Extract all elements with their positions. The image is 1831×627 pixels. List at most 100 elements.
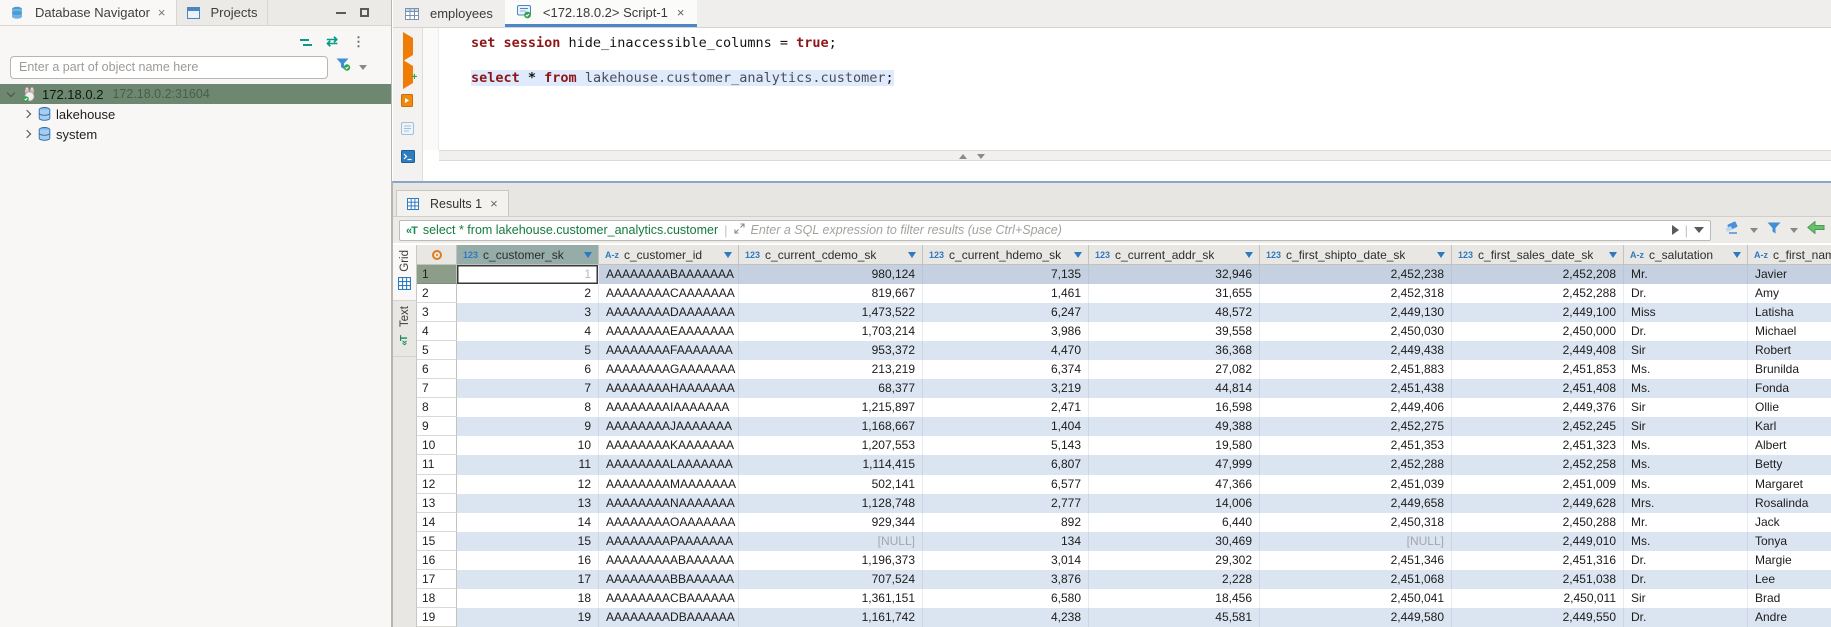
cell-c_current_addr_sk[interactable]: 45,581 (1089, 608, 1260, 627)
cell-c_current_hdemo_sk[interactable]: 5,143 (923, 436, 1089, 455)
row-number[interactable]: 6 (417, 360, 457, 379)
cell-c_current_cdemo_sk[interactable]: 502,141 (739, 475, 923, 494)
cell-c_salutation[interactable]: Dr. (1624, 322, 1748, 341)
cell-c_customer_sk[interactable]: 8 (457, 398, 599, 417)
column-menu-icon[interactable] (1733, 252, 1741, 258)
row-number[interactable]: 16 (417, 551, 457, 570)
tree-item-lakehouse[interactable]: lakehouse (0, 104, 391, 124)
cell-c_customer_sk[interactable]: 7 (457, 379, 599, 398)
cell-c_first_shipto_date_sk[interactable]: 2,449,438 (1260, 341, 1452, 360)
splitter-sash-controls[interactable] (959, 152, 985, 160)
cell-c_current_addr_sk[interactable]: 6,440 (1089, 513, 1260, 532)
cell-c_customer_sk[interactable]: 3 (457, 303, 599, 322)
cell-c_salutation[interactable]: Dr. (1624, 608, 1748, 627)
cell-c_customer_sk[interactable]: 13 (457, 494, 599, 513)
cell-c_customer_id[interactable]: AAAAAAAAMAAAAAAA (599, 475, 739, 494)
cell-c_current_addr_sk[interactable]: 18,456 (1089, 589, 1260, 608)
cell-c_customer_sk[interactable]: 9 (457, 417, 599, 436)
cell-c_first_shipto_date_sk[interactable]: 2,449,406 (1260, 398, 1452, 417)
cell-c_first_sales_date_sk[interactable]: 2,451,323 (1452, 436, 1624, 455)
filter-input[interactable]: select * from lakehouse.customer_analyti… (399, 220, 1711, 241)
cell-c_first_sales_date_sk[interactable]: 2,450,000 (1452, 322, 1624, 341)
cell-c_current_cdemo_sk[interactable]: 1,168,667 (739, 417, 923, 436)
cell-c_current_addr_sk[interactable]: 36,368 (1089, 341, 1260, 360)
cell-c_first_sales_date_sk[interactable]: 2,451,853 (1452, 360, 1624, 379)
tab-results-1[interactable]: Results 1 × (396, 190, 509, 216)
cell-c_current_hdemo_sk[interactable]: 6,807 (923, 455, 1089, 474)
cell-c_current_addr_sk[interactable]: 30,469 (1089, 532, 1260, 551)
execute-script-icon[interactable] (401, 94, 415, 112)
chevron-down-icon[interactable] (1790, 228, 1798, 233)
row-number[interactable]: 15 (417, 532, 457, 551)
cell-c_first_sales_date_sk[interactable]: 2,450,011 (1452, 589, 1624, 608)
cell-c_customer_id[interactable]: AAAAAAAAABAAAAAA (599, 551, 739, 570)
cell-c_first_shipto_date_sk[interactable]: 2,451,353 (1260, 436, 1452, 455)
cell-c_customer_sk[interactable]: 14 (457, 513, 599, 532)
chevron-down-icon[interactable] (359, 65, 367, 70)
cell-c_customer_sk[interactable]: 15 (457, 532, 599, 551)
cell-c_current_cdemo_sk[interactable]: [NULL] (739, 532, 923, 551)
column-menu-icon[interactable] (908, 252, 916, 258)
row-number[interactable]: 10 (417, 436, 457, 455)
cell-c_first_shipto_date_sk[interactable]: 2,450,318 (1260, 513, 1452, 532)
sql-code[interactable]: set session hide_inaccessible_columns = … (439, 28, 1831, 150)
column-header-c_first_name[interactable]: A-zc_first_name (1748, 245, 1831, 265)
column-header-c_current_hdemo_sk[interactable]: 123c_current_hdemo_sk (923, 245, 1089, 265)
view-menu-icon[interactable] (352, 33, 365, 51)
cell-c_current_addr_sk[interactable]: 27,082 (1089, 360, 1260, 379)
cell-c_salutation[interactable]: Mr. (1624, 513, 1748, 532)
cell-c_current_hdemo_sk[interactable]: 4,238 (923, 608, 1089, 627)
execute-new-tab-icon[interactable]: + (403, 66, 413, 84)
cell-c_current_addr_sk[interactable]: 2,228 (1089, 570, 1260, 589)
cell-c_current_hdemo_sk[interactable]: 6,247 (923, 303, 1089, 322)
column-header-c_customer_id[interactable]: A-zc_customer_id (599, 245, 739, 265)
row-number[interactable]: 18 (417, 589, 457, 608)
cell-c_first_name[interactable]: Michael (1748, 322, 1831, 341)
cell-c_current_cdemo_sk[interactable]: 1,361,151 (739, 589, 923, 608)
cell-c_salutation[interactable]: Sir (1624, 417, 1748, 436)
filter-objects-icon[interactable] (336, 58, 351, 76)
cell-c_first_sales_date_sk[interactable]: 2,451,316 (1452, 551, 1624, 570)
cell-c_customer_sk[interactable]: 1 (457, 265, 599, 284)
cell-c_current_hdemo_sk[interactable]: 7,135 (923, 265, 1089, 284)
cell-c_first_shipto_date_sk[interactable]: 2,450,041 (1260, 589, 1452, 608)
row-number[interactable]: 4 (417, 322, 457, 341)
cell-c_first_name[interactable]: Ollie (1748, 398, 1831, 417)
cell-c_first_shipto_date_sk[interactable]: 2,449,130 (1260, 303, 1452, 322)
row-number[interactable]: 14 (417, 513, 457, 532)
cell-c_customer_sk[interactable]: 2 (457, 284, 599, 303)
cell-c_customer_id[interactable]: AAAAAAAABBAAAAAA (599, 570, 739, 589)
cell-c_salutation[interactable]: Miss (1624, 303, 1748, 322)
row-number[interactable]: 5 (417, 341, 457, 360)
row-number[interactable]: 11 (417, 455, 457, 474)
maximize-icon[interactable] (360, 8, 369, 17)
cell-c_first_shipto_date_sk[interactable]: 2,449,658 (1260, 494, 1452, 513)
sash-up-icon[interactable] (959, 154, 967, 159)
cell-c_customer_id[interactable]: AAAAAAAACBAAAAAA (599, 589, 739, 608)
cell-c_current_addr_sk[interactable]: 19,580 (1089, 436, 1260, 455)
cell-c_first_name[interactable]: Tonya (1748, 532, 1831, 551)
cell-c_first_shipto_date_sk[interactable]: 2,451,346 (1260, 551, 1452, 570)
cell-c_first_shipto_date_sk[interactable]: 2,451,438 (1260, 379, 1452, 398)
cell-c_current_addr_sk[interactable]: 44,814 (1089, 379, 1260, 398)
tab-employees[interactable]: employees (393, 0, 505, 27)
column-menu-icon[interactable] (1609, 252, 1617, 258)
cell-c_first_name[interactable]: Betty (1748, 455, 1831, 474)
cell-c_current_cdemo_sk[interactable]: 1,114,415 (739, 455, 923, 474)
cell-c_first_shipto_date_sk[interactable]: 2,452,238 (1260, 265, 1452, 284)
cell-c_customer_sk[interactable]: 19 (457, 608, 599, 627)
cell-c_customer_id[interactable]: AAAAAAAAKAAAAAAA (599, 436, 739, 455)
cell-c_salutation[interactable]: Dr. (1624, 551, 1748, 570)
cell-c_first_name[interactable]: Margaret (1748, 475, 1831, 494)
sql-editor[interactable]: + set session hide_inaccessible_columns … (393, 28, 1831, 150)
erase-filter-icon[interactable] (1725, 221, 1741, 239)
cell-c_first_sales_date_sk[interactable]: 2,450,288 (1452, 513, 1624, 532)
cell-c_customer_id[interactable]: AAAAAAAAIAAAAAAA (599, 398, 739, 417)
cell-c_first_sales_date_sk[interactable]: 2,452,258 (1452, 455, 1624, 474)
cell-c_salutation[interactable]: Mr. (1624, 265, 1748, 284)
cell-c_customer_sk[interactable]: 4 (457, 322, 599, 341)
cell-c_first_name[interactable]: Brunilda (1748, 360, 1831, 379)
cell-c_customer_sk[interactable]: 16 (457, 551, 599, 570)
cell-c_customer_sk[interactable]: 17 (457, 570, 599, 589)
column-header-c_customer_sk[interactable]: 123c_customer_sk (457, 245, 599, 265)
